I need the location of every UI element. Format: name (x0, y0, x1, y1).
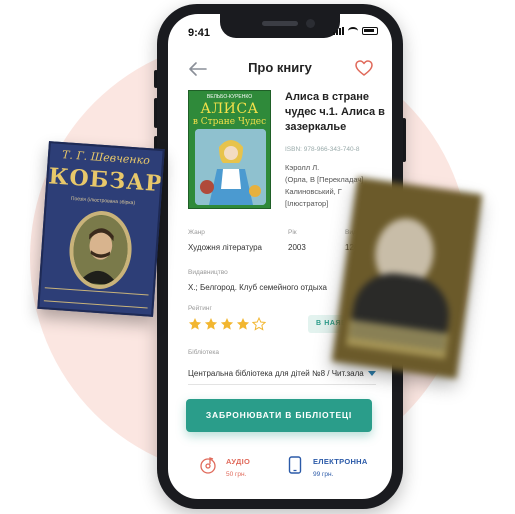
kobzar-subtitle: Поезія (ілюстрована збірка) (70, 195, 136, 207)
book-cover[interactable]: ВЕЛЬБО-КУРЕНКО АЛИСА в Стране Чудес (188, 90, 271, 209)
format-audio[interactable]: АУДІО 50 грн. (200, 454, 280, 488)
genre-value: Художня література (188, 243, 262, 252)
format-ebook-name: ЕЛЕКТРОННА (313, 457, 368, 466)
signal-icon (333, 27, 344, 35)
genre-label: Жанр (188, 229, 205, 236)
phone-device-icon (288, 456, 302, 474)
battery-icon (362, 27, 378, 35)
rating-stars (188, 317, 266, 331)
star-empty-icon[interactable] (252, 317, 266, 331)
status-time: 9:41 (188, 27, 211, 39)
floating-book-blurred (331, 177, 483, 379)
audio-disc-icon (200, 457, 216, 474)
library-select-value: Центральна бібліотека для дітей №8 / Чит… (188, 369, 364, 378)
year-value: 2003 (288, 243, 306, 252)
format-audio-name: АУДІО (226, 457, 251, 466)
cover-title: АЛИСА (200, 101, 259, 117)
wifi-icon (348, 27, 358, 35)
format-ebook-price: 99 грн. (313, 471, 334, 478)
library-label: Бібліотека (188, 349, 219, 356)
speaker-grille (262, 21, 298, 26)
star-filled-icon[interactable] (220, 317, 234, 331)
format-ebook[interactable]: ЕЛЕКТРОННА 99 грн. (287, 454, 383, 488)
book-title: Алиса в стране чудес ч.1. Алиса в зазерк… (285, 91, 385, 133)
format-audio-price: 50 грн. (226, 471, 247, 478)
status-icons (333, 27, 378, 35)
phone-notch (220, 14, 340, 38)
kobzar-portrait (66, 208, 135, 292)
publisher-value: Х.; Белгород. Клуб семейного отдыха (188, 283, 327, 292)
star-filled-icon[interactable] (236, 317, 250, 331)
reserve-button[interactable]: ЗАБРОНЮВАТИ В БІБЛІОТЕЦІ (186, 399, 372, 432)
cover-illustration (195, 129, 266, 205)
publisher-label: Видавництво (188, 269, 228, 276)
author-line: Кэролл Л. (285, 163, 320, 172)
chevron-down-icon (368, 371, 376, 376)
book-isbn: ISBN: 978-966-343-740-8 (285, 146, 360, 153)
kobzar-ornament (43, 287, 149, 309)
front-camera (306, 19, 315, 28)
year-label: Рік (288, 229, 297, 236)
rating-label: Рейтинг (188, 305, 212, 312)
star-filled-icon[interactable] (204, 317, 218, 331)
app-header: Про книгу (168, 58, 392, 82)
cover-subtitle: в Стране Чудес (192, 117, 267, 127)
cover-publisher: ВЕЛЬБО-КУРЕНКО (206, 94, 253, 100)
kobzar-title: КОБЗАР (47, 163, 164, 198)
favorite-heart-icon[interactable] (354, 58, 374, 78)
star-filled-icon[interactable] (188, 317, 202, 331)
floating-book-kobzar: Т. Г. Шевченко КОБЗАР Поезія (ілюстрован… (37, 141, 165, 317)
library-select[interactable]: Центральна бібліотека для дітей №8 / Чит… (188, 369, 376, 385)
